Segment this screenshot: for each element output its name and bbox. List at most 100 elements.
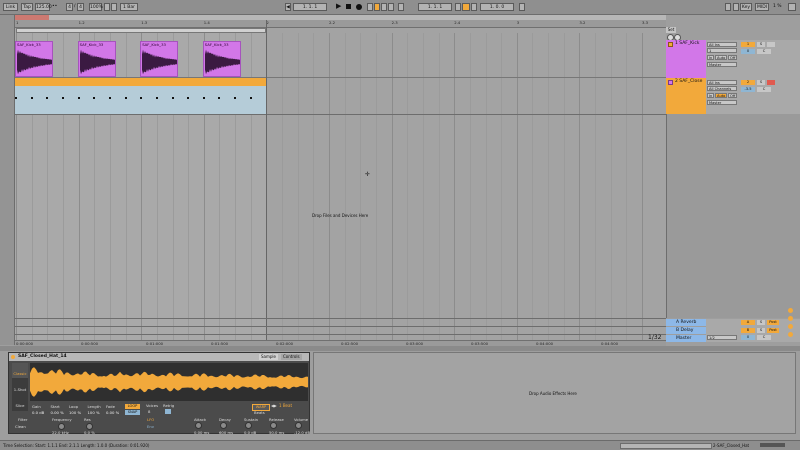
metronome-icon[interactable]: •• — [52, 3, 57, 11]
tap-button[interactable]: Tap — [21, 3, 33, 11]
output-dropdown[interactable]: Master — [707, 100, 737, 105]
monitor-off-button[interactable]: Off — [728, 55, 737, 60]
stop-button[interactable] — [346, 4, 351, 9]
warp-arrows[interactable]: ◀▶ — [271, 403, 277, 408]
arrangement-position-back[interactable]: ◀ — [285, 3, 291, 11]
beat-time-ruler[interactable]: 1 1.2 1.3 1.4 2 2.2 2.3 2.4 3 3.2 3.3 — [14, 20, 666, 28]
loop-start-display[interactable]: 1. 1. 1 — [418, 3, 452, 11]
tab-sample[interactable]: Sample — [259, 354, 278, 360]
monitor-in-button[interactable]: In — [707, 93, 714, 98]
groove-toggle[interactable] — [111, 3, 117, 11]
audio-effects-drop-area[interactable]: Drop Audio Effects Here — [313, 352, 796, 434]
sends-toggle-icon[interactable] — [788, 316, 793, 321]
audio-clip[interactable]: SAF_Kick_33 — [202, 41, 241, 77]
input-type-dropdown[interactable]: All Ins — [707, 80, 737, 85]
tab-controls[interactable]: Controls — [281, 354, 302, 360]
retrig-toggle[interactable] — [165, 409, 171, 414]
key-map-button[interactable]: Key — [740, 3, 752, 11]
param-value[interactable]: 0.0 dB — [32, 410, 44, 415]
pan-field[interactable]: C — [757, 49, 771, 54]
track-lane-closed-hat[interactable] — [14, 78, 266, 114]
track-header-kick[interactable]: 1 SAF_Kick — [666, 40, 706, 78]
return-b-post[interactable]: Post — [767, 328, 779, 333]
master-volume[interactable]: 0 — [741, 335, 755, 340]
sustain-knob[interactable] — [245, 422, 252, 429]
punch-out-button[interactable] — [471, 3, 477, 11]
return-track-a[interactable]: A Reverb — [666, 319, 706, 326]
link-button[interactable]: Link — [3, 3, 18, 11]
detail-divider[interactable] — [0, 346, 800, 351]
tempo-field[interactable]: 125.00 — [35, 3, 52, 11]
solo-button[interactable]: S — [757, 42, 765, 47]
computer-keyboard-button[interactable] — [725, 3, 731, 11]
return-b-activator[interactable]: B — [741, 328, 755, 333]
mixer-toggle-icon[interactable] — [788, 332, 793, 337]
track-name[interactable]: 2 SAF_Close — [675, 79, 702, 84]
output-dropdown[interactable]: Master — [707, 62, 737, 67]
returns-toggle-icon[interactable] — [788, 324, 793, 329]
track-header-closed-hat[interactable]: 2 SAF_Close — [666, 78, 706, 114]
session-record-button[interactable] — [367, 3, 373, 11]
loop-length-display[interactable]: 1. 0. 0 — [480, 3, 514, 11]
return-a-activator[interactable]: A — [741, 320, 755, 325]
quantize-dropdown[interactable]: 1 Bar — [120, 3, 138, 11]
return-b-lane[interactable] — [14, 326, 666, 327]
release-knob[interactable] — [270, 422, 277, 429]
frequency-value[interactable]: 22.0 kHz — [52, 430, 69, 435]
loop-toggle[interactable]: LOOP — [125, 404, 140, 409]
return-a-lane[interactable] — [14, 318, 666, 319]
decay-value[interactable]: 600 ms — [219, 430, 233, 435]
loop-switch[interactable] — [462, 3, 470, 11]
master-pan[interactable]: C — [757, 335, 771, 340]
param-value[interactable]: 100 % — [69, 410, 81, 415]
reenable-automation-button[interactable] — [388, 3, 394, 11]
volume-value[interactable]: -12.0 dB — [294, 430, 310, 435]
resonance-knob[interactable] — [86, 423, 93, 430]
draw-mode-button[interactable] — [519, 3, 525, 11]
master-lane[interactable] — [14, 334, 666, 335]
overdub-button[interactable] — [374, 3, 380, 11]
input-channel-dropdown[interactable]: All Channels — [707, 86, 737, 91]
audio-clip[interactable]: SAF_Kick_33 — [140, 41, 179, 77]
warp-mode-dropdown[interactable]: Beats — [254, 410, 265, 415]
track-name[interactable]: 1 SAF_Kick — [675, 41, 699, 46]
attack-knob[interactable] — [195, 422, 202, 429]
monitor-off-button[interactable]: Off — [728, 93, 737, 98]
track-activator[interactable]: 1 — [741, 42, 755, 47]
play-button[interactable]: ▶ — [336, 2, 341, 10]
master-output-dropdown[interactable]: 1/2 — [707, 335, 737, 340]
time-signature-numerator[interactable]: 4 — [66, 3, 73, 11]
audio-clip[interactable]: SAF_Kick_33 — [15, 41, 53, 77]
punch-in-button[interactable] — [455, 3, 461, 11]
slice-mode-button[interactable]: Slice — [12, 395, 28, 410]
time-signature-denominator[interactable]: 4 — [77, 3, 84, 11]
param-value[interactable]: 0.00 % — [106, 410, 119, 415]
return-b-solo[interactable]: S — [757, 328, 765, 333]
track-fold-icon[interactable] — [668, 80, 673, 85]
track-fold-icon[interactable] — [668, 42, 673, 47]
pan-field[interactable]: C — [757, 87, 771, 92]
decay-knob[interactable] — [220, 422, 227, 429]
monitor-auto-button[interactable]: Auto — [715, 93, 727, 98]
zoom-field[interactable]: 100% — [89, 3, 103, 11]
volume-field[interactable]: 0 — [741, 49, 755, 54]
automation-arm-button[interactable] — [381, 3, 387, 11]
classic-mode-button[interactable]: Classic — [12, 363, 28, 378]
computer-midi-button[interactable] — [733, 3, 739, 11]
master-track[interactable]: Master — [666, 335, 706, 342]
track-activator[interactable]: 2 — [741, 80, 755, 85]
song-position-display[interactable]: 1. 1. 1 — [293, 3, 327, 11]
follow-toggle[interactable] — [104, 3, 110, 11]
frequency-knob[interactable] — [58, 423, 65, 430]
return-a-solo[interactable]: S — [757, 320, 765, 325]
arm-button[interactable] — [767, 42, 775, 47]
sample-waveform[interactable] — [30, 363, 308, 401]
volume-knob[interactable] — [295, 422, 302, 429]
beat-value[interactable]: 1 Beat — [279, 403, 292, 408]
closed-hat-clip-header[interactable] — [14, 78, 266, 86]
attack-value[interactable]: 0.00 ms — [194, 430, 209, 435]
voices-value[interactable]: 8 — [148, 409, 150, 414]
param-value[interactable]: 100 % — [88, 410, 100, 415]
midi-map-button[interactable]: MIDI — [755, 3, 769, 11]
return-track-b[interactable]: B Delay — [666, 327, 706, 334]
